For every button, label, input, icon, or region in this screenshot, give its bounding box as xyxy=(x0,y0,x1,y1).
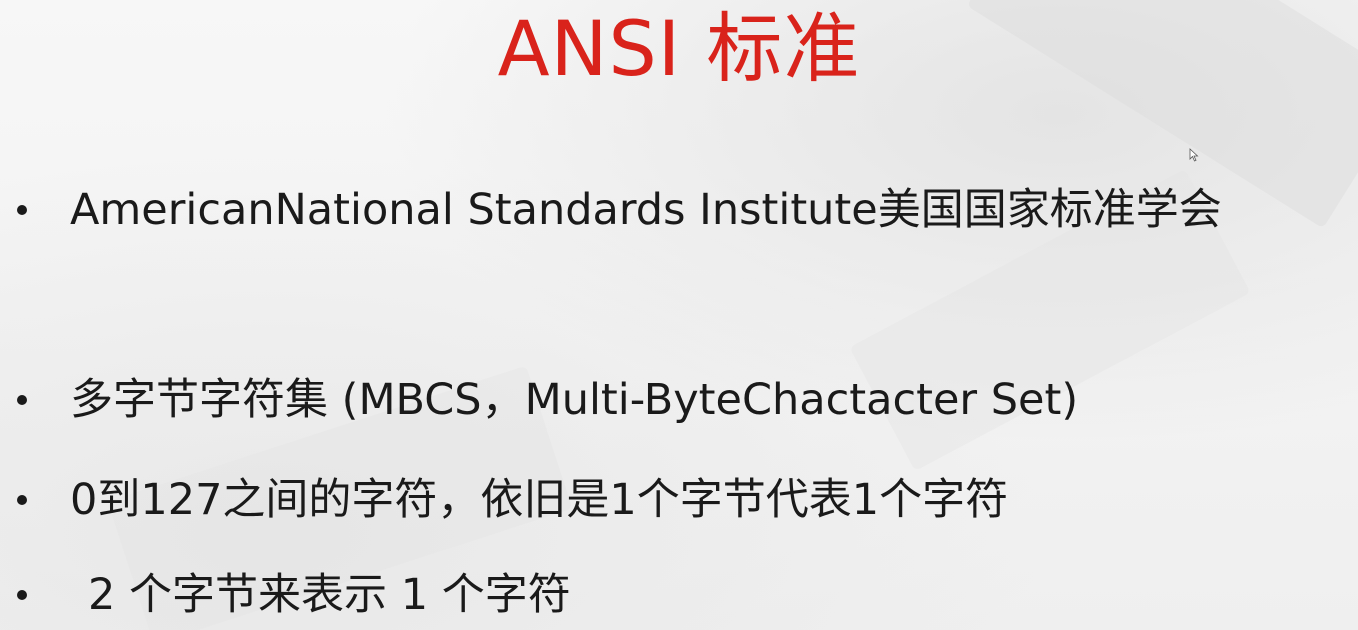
bullet-text: 多字节字符集 (MBCS，Multi-ByteChactacter Set) xyxy=(70,375,1079,425)
bullet-text: AmericanNational Standards Institute美国国家… xyxy=(70,185,1222,235)
mouse-pointer-icon xyxy=(1189,148,1199,162)
bullet-dot-icon xyxy=(17,395,27,405)
bullet-text: 2 个字节来表示 1 个字符 xyxy=(88,570,571,620)
bullet-dot-icon xyxy=(17,590,27,600)
slide-title: ANSI 标准 xyxy=(497,4,861,93)
bullet-dot-icon xyxy=(17,495,27,505)
bullet-dot-icon xyxy=(17,205,27,215)
bullet-text: 0到127之间的字符，依旧是1个字节代表1个字符 xyxy=(70,475,1009,525)
slide: ANSI 标准 AmericanNational Standards Insti… xyxy=(0,0,1358,630)
